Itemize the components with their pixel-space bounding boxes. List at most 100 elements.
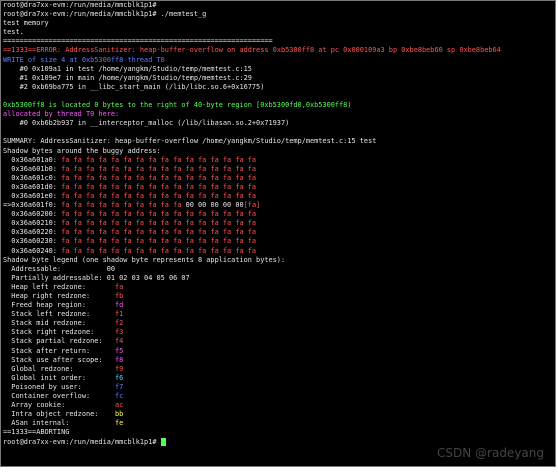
terminal-line: 0x36a60200: fa fa fa fa fa fa fa fa fa f… — [3, 210, 555, 219]
terminal-text: 0x36a601e0: — [3, 191, 62, 200]
terminal-text: #0 0x109a1 in test /home/yangkm/Studio/t… — [3, 64, 252, 73]
terminal-text: 0x36a60200: — [3, 210, 62, 219]
terminal-text: root@dra7xx-evm:/run/media/mmcblk1p1# — [3, 1, 157, 9]
terminal-text: fa fa fa fa fa fa fa fa fa fa fa fa fa f… — [61, 191, 257, 200]
terminal-text: 0x36a60230: — [3, 237, 62, 246]
terminal-text: f9 — [115, 364, 124, 373]
terminal-text: fa fa fa fa fa fa fa fa fa fa fa fa fa f… — [61, 164, 257, 173]
terminal-window[interactable]: root@dra7xx-evm:/run/media/mmcblk1p1# roo… — [0, 0, 556, 467]
terminal-text: Shadow bytes around the buggy address: — [3, 146, 161, 155]
terminal-line: 0x36a601a0: fa fa fa fa fa fa fa fa fa f… — [3, 156, 555, 165]
terminal-text: fa fa fa fa fa fa fa fa fa fa — [61, 201, 186, 210]
terminal-text: 00 00 00 00 00 — [185, 201, 244, 210]
terminal-text: f8 — [115, 355, 124, 364]
terminal-line: 0x36a60220: fa fa fa fa fa fa fa fa fa f… — [3, 228, 555, 237]
terminal-line: Freed heap region: fd — [3, 301, 555, 310]
terminal-text: fa fa fa fa fa fa fa fa fa fa fa fa fa f… — [61, 210, 257, 219]
terminal-text: ac — [115, 401, 124, 410]
terminal-line: Shadow bytes around the buggy address: — [3, 147, 555, 156]
terminal-line: Array cookie: ac — [3, 401, 555, 410]
terminal-line: test. — [3, 28, 555, 37]
terminal-text: 0x36a60210: — [3, 219, 62, 228]
terminal-line: Container overflow: fc — [3, 392, 555, 401]
terminal-text: Global init order: — [3, 373, 116, 382]
terminal-text: fa fa fa fa fa fa fa fa fa fa fa fa fa f… — [61, 246, 257, 255]
terminal-text: f2 — [115, 319, 124, 328]
terminal-text: fb — [115, 292, 124, 300]
terminal-text: fa — [115, 282, 124, 291]
terminal-text: ASan internal: — [3, 419, 116, 428]
terminal-line: Stack use after scope: f8 — [3, 356, 555, 365]
terminal-line: =>0x36a601f0: fa fa fa fa fa fa fa fa fa… — [3, 201, 555, 210]
terminal-cursor — [160, 437, 166, 446]
terminal-text: Shadow byte legend (one shadow byte repr… — [3, 255, 286, 264]
terminal-text: ==1333==ERROR: AddressSanitizer: heap-bu… — [3, 46, 501, 55]
terminal-text: fa fa fa fa fa fa fa fa fa fa fa fa fa f… — [61, 173, 257, 182]
terminal-line: ASan internal: fe — [3, 419, 555, 428]
terminal-text: Stack use after scope: — [3, 355, 116, 364]
terminal-text: =>0x36a601f0: — [3, 201, 62, 210]
terminal-line: ==1333==ABORTING — [3, 428, 555, 437]
terminal-text: Heap left redzone: — [3, 282, 116, 291]
terminal-text: bb — [115, 410, 124, 419]
terminal-line: Global init order: f6 — [3, 374, 555, 383]
terminal-text: fc — [115, 392, 124, 401]
terminal-text: Array cookie: — [3, 401, 116, 410]
terminal-text: 0x36a601c0: — [3, 173, 62, 182]
terminal-text: f6 — [115, 373, 124, 382]
terminal-text: 0x36a601a0: — [3, 155, 62, 164]
terminal-line: Stack right redzone: f3 — [3, 328, 555, 337]
terminal-line: 0x36a60210: fa fa fa fa fa fa fa fa fa f… — [3, 219, 555, 228]
terminal-line: 0xb5300ff8 is located 0 bytes to the rig… — [3, 101, 555, 110]
terminal-text: fa fa fa fa fa fa fa fa fa fa fa fa fa f… — [61, 155, 257, 164]
terminal-line: #0 0x109a1 in test /home/yangkm/Studio/t… — [3, 65, 555, 74]
terminal-text: 0x36a601d0: — [3, 182, 62, 191]
terminal-line: Poisoned by user: f7 — [3, 383, 555, 392]
terminal-text: [fa] — [243, 201, 261, 210]
terminal-line: Intra object redzone: bb — [3, 410, 555, 419]
terminal-text: 0x36a60240: — [3, 246, 62, 255]
terminal-text: fa fa fa fa fa fa fa fa fa fa fa fa fa f… — [61, 219, 257, 228]
terminal-text: Partially addressable: 01 02 03 04 05 06… — [3, 273, 190, 282]
terminal-line: #2 0xb69ba775 in __libc_start_main (/lib… — [3, 83, 555, 92]
terminal-line: 0x36a601b0: fa fa fa fa fa fa fa fa fa f… — [3, 165, 555, 174]
terminal-line: #0 0xb6b2b937 in __interceptor_malloc (/… — [3, 119, 555, 128]
terminal-text: Heap right redzone: — [3, 292, 116, 300]
terminal-line: WRITE of size 4 at 0xb5300ff8 thread T0 — [3, 56, 555, 65]
terminal-text: fd — [115, 301, 124, 310]
terminal-text: allocated by thread T0 here: — [3, 110, 120, 119]
terminal-text: fa fa fa fa fa fa fa fa fa fa fa fa fa f… — [61, 228, 257, 237]
terminal-text: Stack mid redzone: — [3, 319, 116, 328]
terminal-line: Heap right redzone: fb — [3, 292, 555, 301]
terminal-text: ==1333==ABORTING — [3, 428, 70, 437]
terminal-text: Freed heap region: — [3, 301, 116, 310]
terminal-line: Stack mid redzone: f2 — [3, 319, 555, 328]
terminal-text: SUMMARY: AddressSanitizer: heap-buffer-o… — [3, 137, 377, 146]
terminal-text: root@dra7xx-evm:/run/media/mmcblk1p1# ./… — [3, 10, 207, 19]
terminal-line: 0x36a60240: fa fa fa fa fa fa fa fa fa f… — [3, 247, 555, 256]
terminal-text: ========================================… — [3, 37, 273, 46]
terminal-text: f7 — [115, 382, 124, 391]
terminal-text: #2 0xb69ba775 in __libc_start_main (/lib… — [3, 82, 265, 91]
terminal-text: Container overflow: — [3, 392, 116, 401]
terminal-line: 0x36a601d0: fa fa fa fa fa fa fa fa fa f… — [3, 183, 555, 192]
terminal-line: Global redzone: f9 — [3, 365, 555, 374]
terminal-line: root@dra7xx-evm:/run/media/mmcblk1p1# ./… — [3, 10, 555, 19]
terminal-text: fa fa fa fa fa fa fa fa fa fa fa fa fa f… — [61, 237, 257, 246]
terminal-text: f3 — [115, 328, 124, 337]
terminal-line: #1 0x109e7 in main /home/yangkm/Studio/t… — [3, 74, 555, 83]
terminal-line: 0x36a60230: fa fa fa fa fa fa fa fa fa f… — [3, 237, 555, 246]
csdn-watermark: CSDN @radeyang — [437, 446, 544, 460]
terminal-text: Stack partial redzone: — [3, 337, 116, 346]
terminal-line: Stack after return: f5 — [3, 347, 555, 356]
terminal-text: Global redzone: — [3, 364, 116, 373]
terminal-text: fe — [115, 419, 124, 428]
terminal-line: ========================================… — [3, 37, 555, 46]
terminal-line: Stack left redzone: f1 — [3, 310, 555, 319]
terminal-text: 0x36a60220: — [3, 228, 62, 237]
terminal-text: Stack after return: — [3, 346, 116, 355]
terminal-text: test. — [3, 28, 24, 37]
terminal-line: 0x36a601c0: fa fa fa fa fa fa fa fa fa f… — [3, 174, 555, 183]
terminal-text: Poisoned by user: — [3, 382, 116, 391]
